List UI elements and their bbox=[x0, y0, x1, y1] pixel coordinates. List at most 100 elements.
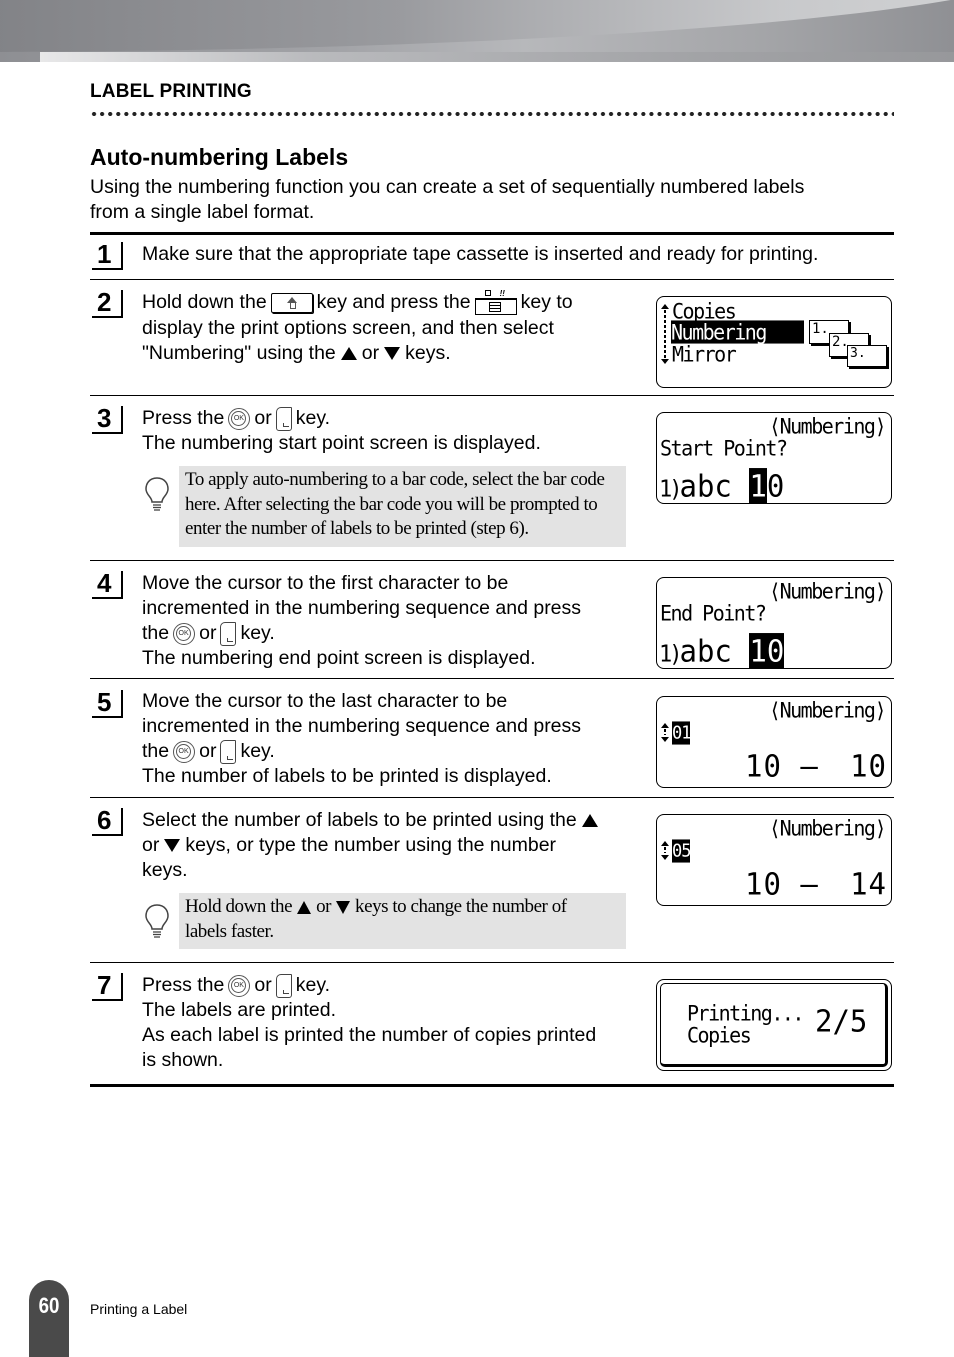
step-4-text: Move the cursor to the first character t… bbox=[142, 571, 581, 671]
text: or bbox=[199, 740, 217, 762]
text: key. bbox=[295, 407, 331, 429]
ok-key-icon bbox=[228, 407, 251, 430]
range-end: 10 bbox=[850, 748, 887, 784]
step-2-text: Hold down the key and press the!! key to d… bbox=[142, 290, 573, 366]
range-start: 10 bbox=[745, 866, 782, 902]
up-down-arrows-icon bbox=[661, 723, 669, 743]
text: key. bbox=[240, 740, 275, 762]
step-line: or keys, or type the number using the num… bbox=[142, 833, 603, 858]
lcd-label-count-updated: ⟨Numbering⟩ 05 10 – 14 bbox=[656, 814, 892, 906]
step-5-text: Move the cursor to the last character to… bbox=[142, 689, 581, 789]
step-line: "Numbering" using the or keys. bbox=[142, 341, 573, 366]
dotted-divider bbox=[90, 110, 894, 118]
tip-line: labels faster. bbox=[185, 920, 274, 942]
text: Select the number of labels to be printe… bbox=[142, 809, 577, 831]
up-arrow-key-icon bbox=[297, 901, 312, 915]
step-line: incremented in the numbering sequence an… bbox=[142, 597, 582, 619]
step-divider bbox=[90, 560, 894, 561]
enter-key-icon bbox=[220, 739, 237, 764]
tip-box: Hold down the or keys to change the number… bbox=[179, 893, 626, 949]
page-number: 60 bbox=[38, 1293, 60, 1318]
text: key to bbox=[520, 291, 573, 314]
lcd-input-line: 1)abc 10 bbox=[659, 468, 784, 503]
tip-line: enter the number of labels to be printed… bbox=[185, 518, 529, 539]
step-number-5: 5 bbox=[92, 687, 124, 718]
banner-stripe bbox=[40, 52, 954, 62]
step-line: As each label is printed the number of c… bbox=[142, 1024, 597, 1046]
step-number-1: 1 bbox=[92, 239, 124, 270]
lcd-prompt: End Point? bbox=[660, 600, 767, 626]
lcd-print-options: Copies Numbering Mirror 1. 2. 3. bbox=[656, 296, 892, 388]
lcd-copies-label: Copies bbox=[687, 1022, 752, 1048]
step-1-text: Make sure that the appropriate tape cass… bbox=[142, 242, 818, 267]
step-number-label: 2 bbox=[97, 287, 112, 317]
step-line: The number of labels to be printed is di… bbox=[142, 765, 552, 787]
text: Hold down the bbox=[185, 896, 293, 917]
step-number-label: 4 bbox=[97, 568, 112, 598]
lcd-copies-progress: 2/5 bbox=[815, 1003, 868, 1039]
line-marker: 1) bbox=[659, 641, 682, 668]
text: or bbox=[316, 896, 332, 917]
step-number-7: 7 bbox=[92, 970, 124, 1001]
down-arrow-key-icon bbox=[164, 839, 181, 853]
text: or bbox=[361, 342, 380, 364]
step-line: Move the cursor to the last character to… bbox=[142, 690, 508, 712]
text: "Numbering" using the bbox=[142, 342, 336, 364]
banner-sweep bbox=[0, 0, 954, 52]
scroll-arrows-icon bbox=[661, 304, 669, 364]
text: or bbox=[142, 834, 160, 856]
lcd-prompt: Start Point? bbox=[660, 435, 788, 461]
text: or bbox=[254, 974, 272, 996]
intro-line: from a single label format. bbox=[90, 201, 315, 223]
step-line: Move the cursor to the first character t… bbox=[142, 572, 509, 594]
text: or bbox=[199, 622, 217, 644]
step-number-label: 6 bbox=[97, 805, 112, 835]
text: keys. bbox=[405, 342, 451, 364]
text: keys to change the number of bbox=[355, 896, 567, 917]
up-arrow-key-icon bbox=[340, 347, 357, 361]
step-number-3: 3 bbox=[92, 403, 124, 434]
lcd-count: 05 bbox=[672, 839, 692, 863]
ok-key-icon bbox=[173, 622, 196, 645]
line-marker: 1) bbox=[659, 476, 682, 503]
step-divider bbox=[90, 797, 894, 798]
step-line: The numbering end point screen is displa… bbox=[142, 647, 536, 669]
lcd-end-point: ⟨Numbering⟩ End Point? 1)abc 10 bbox=[656, 577, 892, 669]
step-7-text: Press theorkey. The labels are printed. … bbox=[142, 973, 596, 1073]
tip-line: Hold down the or keys to change the number… bbox=[185, 895, 622, 920]
step-divider bbox=[90, 678, 894, 679]
enter-key-icon bbox=[220, 621, 237, 646]
intro-line: Using the numbering function you can cre… bbox=[90, 176, 805, 198]
text: the bbox=[142, 740, 170, 762]
text: or bbox=[254, 407, 272, 429]
step-number-label: 3 bbox=[97, 403, 112, 433]
step-divider bbox=[90, 962, 894, 963]
text: key. bbox=[240, 622, 275, 644]
tip-box: To apply auto-numbering to a bar code, s… bbox=[179, 466, 626, 547]
menu-item-numbering-selected: Numbering bbox=[671, 320, 804, 344]
step-line: the or key. bbox=[142, 739, 581, 764]
lightbulb-icon bbox=[145, 477, 169, 511]
tip-line: here. After selecting the bar code you w… bbox=[185, 493, 598, 515]
enter-key-icon bbox=[275, 406, 292, 431]
lcd-input-line: 1)abc 10 bbox=[659, 633, 785, 668]
step-number-label: 7 bbox=[97, 970, 112, 1000]
step-number-4: 4 bbox=[92, 568, 124, 599]
lcd-start-point: ⟨Numbering⟩ Start Point? 1)abc 10 bbox=[656, 412, 892, 504]
text: key and press the bbox=[316, 291, 471, 314]
step-line: Hold down the key and press the!! key to bbox=[142, 290, 573, 316]
step-line: Select the number of labels to be printe… bbox=[142, 808, 603, 833]
step-3-text: Press the or key. The numbering start poin… bbox=[142, 406, 541, 456]
lcd-printing: Printing... Copies 2/5 bbox=[656, 979, 892, 1071]
section-label: LABEL PRINTING bbox=[90, 81, 252, 102]
step-divider bbox=[90, 279, 894, 280]
steps-top-rule bbox=[90, 232, 894, 235]
shift-key-icon bbox=[270, 293, 313, 313]
lcd-range: 10 – bbox=[745, 751, 819, 781]
step-line: The numbering start point screen is disp… bbox=[142, 432, 541, 454]
lcd-text: 0 bbox=[766, 468, 785, 504]
lightbulb-icon bbox=[145, 904, 169, 938]
up-down-arrows-icon bbox=[661, 841, 669, 861]
footer-chapter-title: Printing a Label bbox=[90, 1301, 188, 1317]
text: Press the bbox=[142, 407, 225, 429]
